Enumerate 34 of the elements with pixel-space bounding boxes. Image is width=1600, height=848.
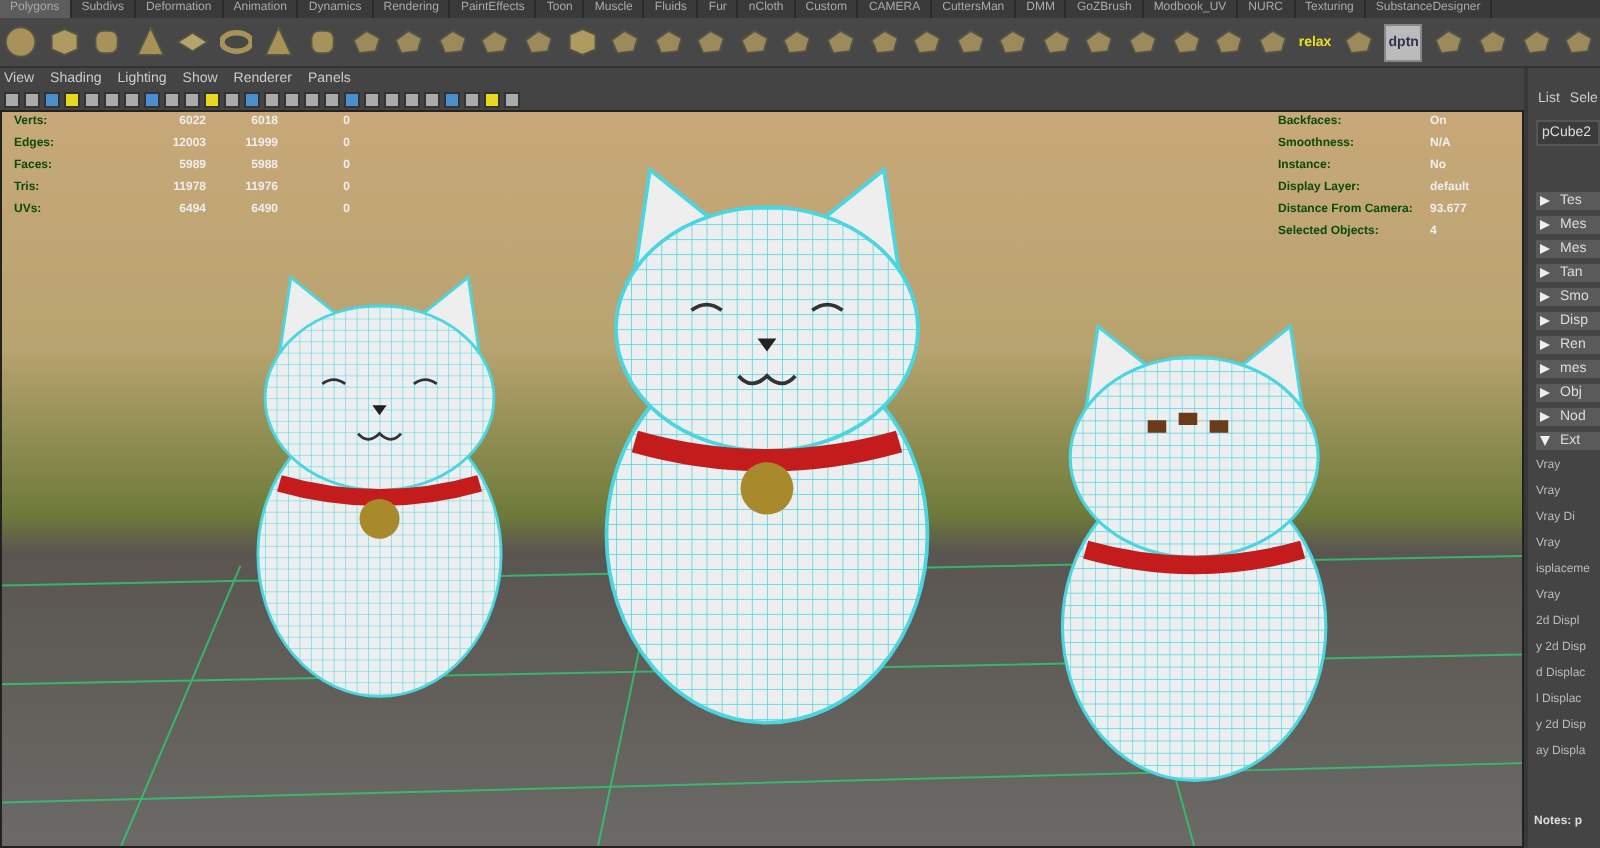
tool-icon[interactable]	[694, 24, 728, 60]
tool-icon[interactable]	[1082, 24, 1117, 60]
tool-icon[interactable]	[1126, 24, 1160, 60]
tool-icon[interactable]	[867, 24, 901, 60]
tool-icon[interactable]	[1039, 24, 1073, 60]
torus-icon[interactable]	[219, 24, 253, 60]
tool-icon[interactable]	[608, 24, 642, 60]
tool-icon[interactable]	[1519, 24, 1553, 60]
tool-icon[interactable]	[996, 24, 1030, 60]
tool-icon[interactable]	[392, 24, 426, 60]
tool-icon[interactable]	[651, 24, 685, 60]
tool-icon[interactable]	[823, 24, 858, 60]
tool-icon[interactable]	[1476, 24, 1510, 60]
tool-icon[interactable]	[1432, 24, 1467, 60]
tool-icon[interactable]	[737, 24, 771, 60]
cube-icon[interactable]	[47, 24, 81, 60]
cylinder-icon[interactable]	[90, 24, 124, 60]
tool-icon[interactable]	[435, 24, 469, 60]
cube-icon[interactable]	[565, 24, 599, 60]
cone-icon[interactable]	[262, 24, 297, 60]
sphere-icon[interactable]	[4, 24, 38, 60]
tool-icon[interactable]	[1169, 24, 1203, 60]
cone-icon[interactable]	[133, 24, 167, 60]
tool-icon[interactable]	[953, 24, 987, 60]
tool-icon[interactable]	[780, 24, 814, 60]
tool-icon[interactable]	[1212, 24, 1246, 60]
tool-icon[interactable]	[1341, 24, 1375, 60]
tool-icon[interactable]	[349, 24, 383, 60]
tool-icon[interactable]	[1562, 24, 1596, 60]
tool-icon[interactable]	[1255, 24, 1289, 60]
tool-icon[interactable]	[478, 24, 512, 60]
cylinder-icon[interactable]	[306, 24, 340, 60]
tool-icon[interactable]	[521, 24, 556, 60]
tool-icon[interactable]	[910, 24, 944, 60]
